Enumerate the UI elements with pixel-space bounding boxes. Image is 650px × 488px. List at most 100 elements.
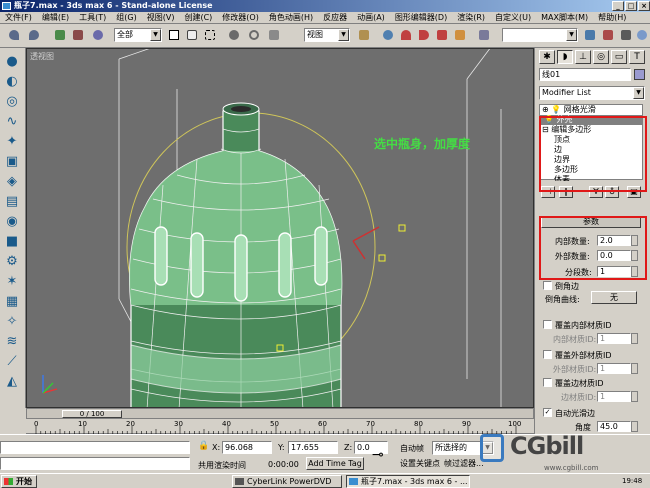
- percent-snap-icon[interactable]: [434, 27, 450, 44]
- taskbar-item-powerdvd[interactable]: CyberLink PowerDVD: [232, 475, 342, 488]
- utilities-tab-icon[interactable]: T: [629, 50, 645, 64]
- menu-file[interactable]: 文件(F): [0, 12, 37, 24]
- spinner-arrows-icon[interactable]: [631, 391, 638, 402]
- menu-group[interactable]: 组(G): [111, 12, 141, 24]
- add-time-tag-button[interactable]: Add Time Tag: [306, 457, 364, 470]
- outer-matid-spinner[interactable]: 1: [597, 363, 638, 374]
- link-icon[interactable]: [52, 27, 68, 44]
- create-torus-icon[interactable]: ◎: [4, 94, 20, 110]
- select-object-icon[interactable]: [166, 27, 182, 44]
- create-space-warp-icon[interactable]: ◭: [4, 374, 20, 390]
- create-tab-icon[interactable]: ✱: [539, 50, 555, 64]
- set-key-icon[interactable]: ⊸: [372, 447, 384, 463]
- create-box-icon[interactable]: ■: [4, 234, 20, 250]
- inner-matid-spinner[interactable]: 1: [597, 333, 638, 344]
- create-pipe-icon[interactable]: ◉: [4, 214, 20, 230]
- lock-selection-icon[interactable]: 🔒: [198, 441, 209, 451]
- align-icon[interactable]: [600, 27, 616, 44]
- bind-space-warp-icon[interactable]: [90, 27, 106, 44]
- spinner-snap-icon[interactable]: [452, 27, 468, 44]
- menu-edit[interactable]: 编辑(E): [37, 12, 74, 24]
- override-edge-matid-checkbox[interactable]: [543, 378, 552, 387]
- stack-item-mesh-smooth[interactable]: ⊕ 💡 网格光滑: [542, 105, 596, 115]
- create-light-icon[interactable]: ✦: [4, 134, 20, 150]
- maxscript-listener-field[interactable]: [0, 441, 190, 454]
- auto-key-button[interactable]: 自动帧: [400, 443, 424, 454]
- edge-matid-spinner[interactable]: 1: [597, 391, 638, 402]
- prompt-line-field[interactable]: [0, 457, 190, 470]
- create-bone-icon[interactable]: ⟋: [4, 354, 20, 370]
- override-inner-matid-checkbox[interactable]: [543, 320, 552, 329]
- bevel-spline-button[interactable]: 无: [591, 291, 637, 304]
- bevel-edges-checkbox[interactable]: [543, 281, 552, 290]
- menu-graph-editors[interactable]: 图形编辑器(D): [390, 12, 452, 24]
- create-gear-icon[interactable]: ⚙: [4, 254, 20, 270]
- mirror-icon[interactable]: [582, 27, 598, 44]
- pivot-center-icon[interactable]: [356, 27, 372, 44]
- x-coordinate-field[interactable]: 96.068: [222, 441, 272, 454]
- select-rotate-icon[interactable]: [246, 27, 262, 44]
- redo-icon[interactable]: [26, 27, 42, 44]
- maximize-button[interactable]: □: [625, 1, 637, 11]
- hierarchy-tab-icon[interactable]: ⊥: [575, 50, 591, 64]
- menu-modifiers[interactable]: 修改器(O): [217, 12, 264, 24]
- time-slider[interactable]: 0 / 100: [62, 410, 122, 418]
- spinner-arrows-icon[interactable]: [631, 333, 638, 344]
- create-cylinder-icon[interactable]: ▤: [4, 194, 20, 210]
- set-key-button[interactable]: 设置关键点: [400, 458, 440, 469]
- create-shape-icon[interactable]: ◐: [4, 74, 20, 90]
- menu-rendering[interactable]: 渲染(R): [452, 12, 490, 24]
- create-dynamics-icon[interactable]: ✧: [4, 314, 20, 330]
- unlink-icon[interactable]: [70, 27, 86, 44]
- create-patch-icon[interactable]: ▦: [4, 294, 20, 310]
- taskbar-item-3dsmax[interactable]: 瓶子7.max - 3ds max 6 - ...: [346, 475, 470, 488]
- selection-filter-dropdown[interactable]: 全部 ▼: [114, 28, 162, 42]
- motion-tab-icon[interactable]: ◎: [593, 50, 609, 64]
- menu-tools[interactable]: 工具(T): [74, 12, 111, 24]
- angle-snap-icon[interactable]: [416, 27, 432, 44]
- track-bar[interactable]: 0 10 20 30 40 50 60 70 80 90 100: [26, 420, 534, 434]
- rectangular-selection-icon[interactable]: [202, 27, 218, 44]
- select-scale-icon[interactable]: [266, 27, 282, 44]
- menu-views[interactable]: 视图(V): [142, 12, 180, 24]
- modify-tab-icon[interactable]: ◗: [557, 50, 573, 64]
- minimize-button[interactable]: _: [612, 1, 624, 11]
- spinner-arrows-icon[interactable]: [631, 363, 638, 374]
- named-selection-icon[interactable]: [476, 27, 492, 44]
- create-particle-icon[interactable]: ✶: [4, 274, 20, 290]
- select-by-name-icon[interactable]: [184, 27, 200, 44]
- menu-reactor[interactable]: 反应器: [318, 12, 352, 24]
- menu-maxscript[interactable]: MAX脚本(M): [536, 12, 593, 24]
- menu-animation[interactable]: 动画(A): [352, 12, 390, 24]
- menu-character[interactable]: 角色动画(H): [264, 12, 318, 24]
- perspective-viewport[interactable]: 透视图 选中瓶身，加厚度: [26, 48, 534, 408]
- object-name-field[interactable]: 线01: [539, 68, 631, 81]
- undo-icon[interactable]: [6, 27, 22, 44]
- select-manipulate-icon[interactable]: [380, 27, 396, 44]
- modifier-list-dropdown[interactable]: Modifier List ▼: [539, 86, 645, 100]
- create-helper-icon[interactable]: ◈: [4, 174, 20, 190]
- y-coordinate-field[interactable]: 17.655: [288, 441, 338, 454]
- curve-editor-icon[interactable]: [618, 27, 634, 44]
- select-move-icon[interactable]: [226, 27, 242, 44]
- menu-help[interactable]: 帮助(H): [593, 12, 631, 24]
- override-outer-matid-checkbox[interactable]: [543, 350, 552, 359]
- close-button[interactable]: ×: [638, 1, 650, 11]
- create-sphere-icon[interactable]: ●: [4, 54, 20, 70]
- snap-toggle-icon[interactable]: [398, 27, 414, 44]
- create-camera-icon[interactable]: ▣: [4, 154, 20, 170]
- named-selection-sets-dropdown[interactable]: ▼: [502, 28, 578, 42]
- material-editor-icon[interactable]: [634, 27, 650, 44]
- object-color-swatch[interactable]: [634, 69, 645, 80]
- create-spline-icon[interactable]: ∿: [4, 114, 20, 130]
- menu-create[interactable]: 创建(C): [179, 12, 217, 24]
- time-slider-track[interactable]: 0 / 100: [26, 408, 534, 419]
- reference-coordinate-dropdown[interactable]: 视图 ▼: [304, 28, 350, 42]
- start-button[interactable]: 开始: [1, 475, 37, 488]
- display-tab-icon[interactable]: ▭: [611, 50, 627, 64]
- menu-customize[interactable]: 自定义(U): [490, 12, 536, 24]
- create-wave-icon[interactable]: ≋: [4, 334, 20, 350]
- tick-label: 30: [174, 420, 183, 428]
- auto-smooth-edge-checkbox[interactable]: ✓: [543, 408, 552, 417]
- tutorial-annotation: 选中瓶身，加厚度: [374, 137, 471, 151]
